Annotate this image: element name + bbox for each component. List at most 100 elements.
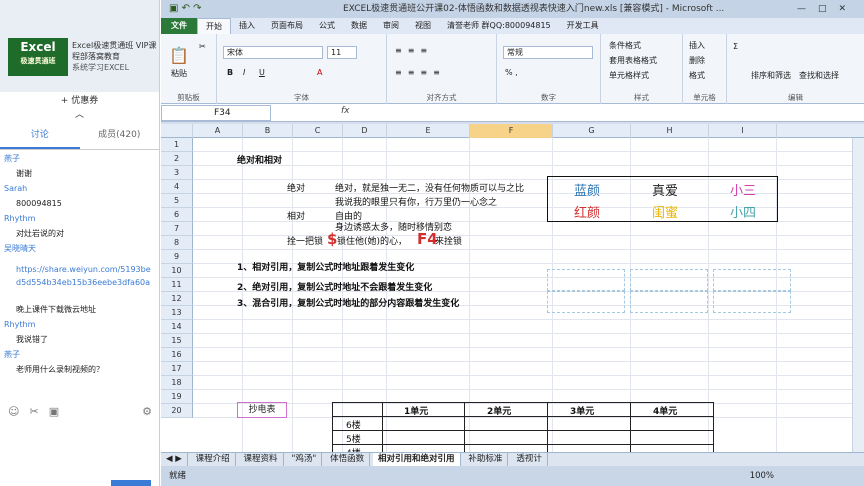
format-button[interactable]: 格式: [689, 70, 705, 81]
align-h-icons[interactable]: ≡≡≡≡: [395, 68, 446, 77]
sheet-tab-active[interactable]: 相对引用和绝对引用: [373, 453, 461, 466]
conditional-format-button[interactable]: 条件格式: [609, 40, 641, 51]
row-header[interactable]: 2: [161, 152, 193, 166]
tab-review[interactable]: 审阅: [375, 18, 407, 34]
chat-user[interactable]: Sarah: [4, 182, 155, 195]
row-header[interactable]: 15: [161, 334, 193, 348]
chat-user[interactable]: Rhythm: [4, 318, 155, 331]
column-header[interactable]: D: [343, 124, 387, 138]
tab-developer[interactable]: 开发工具: [559, 18, 607, 34]
tab-data[interactable]: 数据: [343, 18, 375, 34]
column-header[interactable]: E: [387, 124, 470, 138]
name-box[interactable]: F34: [161, 105, 271, 121]
underline-icon[interactable]: U: [259, 68, 265, 77]
file-menu[interactable]: 文件: [161, 18, 197, 34]
gear-icon[interactable]: ⚙: [142, 405, 152, 418]
window-controls[interactable]: —□✕: [797, 0, 858, 18]
delete-button[interactable]: 删除: [689, 55, 705, 66]
cell-text: 绝对: [287, 184, 306, 194]
tab-home[interactable]: 开始: [197, 17, 231, 35]
row-header[interactable]: 5: [161, 194, 193, 208]
italic-icon[interactable]: I: [243, 68, 245, 77]
row-header[interactable]: 12: [161, 292, 193, 306]
row-header[interactable]: 17: [161, 362, 193, 376]
row-header[interactable]: 1: [161, 138, 193, 152]
send-button[interactable]: [111, 480, 151, 486]
font-select[interactable]: 宋体: [223, 46, 323, 59]
tab-discussion[interactable]: 讨论: [0, 120, 80, 149]
row-header[interactable]: 16: [161, 348, 193, 362]
row-header[interactable]: 6: [161, 208, 193, 222]
worksheet-grid[interactable]: A B C D E F G H I 1 2 3 4 5 6 7 8 9 10 11 12 13 14 15 16 17 18 19 20…: [161, 124, 864, 462]
row-header[interactable]: 7: [161, 222, 193, 236]
tab-members[interactable]: 成员(420): [80, 120, 160, 149]
row-header[interactable]: 19: [161, 390, 193, 404]
column-header[interactable]: I: [709, 124, 777, 138]
tab-insert[interactable]: 插入: [231, 18, 263, 34]
row-header[interactable]: 14: [161, 320, 193, 334]
vertical-scrollbar[interactable]: [852, 138, 864, 452]
percent-icon[interactable]: % ,: [505, 68, 518, 77]
sheet-tab[interactable]: 透视计: [511, 453, 548, 466]
image-icon[interactable]: ▣: [49, 405, 59, 418]
emoji-icon[interactable]: ☺: [8, 405, 19, 418]
tab-formulas[interactable]: 公式: [311, 18, 343, 34]
sheet-nav-icon[interactable]: ◀ ▶: [161, 453, 188, 466]
cell-text: 1、相对引用，复制公式时地址跟着发生变化: [237, 263, 415, 273]
row-header[interactable]: 4: [161, 180, 193, 194]
coupon-button[interactable]: + 优惠券 ︿: [0, 92, 159, 120]
sort-filter-button[interactable]: 排序和筛选: [751, 70, 791, 81]
sheet-tab[interactable]: 补助标准: [463, 453, 509, 466]
paste-button[interactable]: 粘贴: [171, 68, 187, 79]
cut-icon[interactable]: ✂: [199, 42, 206, 51]
cell-text: 绝对，就是独一无二，没有任何物质可以与之比: [335, 184, 525, 194]
scissors-icon[interactable]: ✂: [29, 405, 38, 418]
row-header[interactable]: 11: [161, 278, 193, 292]
tab-teacher[interactable]: 清誉老师 群QQ:800094815: [439, 18, 559, 34]
chat-user[interactable]: 燕子: [4, 348, 155, 361]
chat-link[interactable]: https://share.weiyun.com/5193bed5d554b34…: [4, 263, 155, 301]
chat-panel: Excel 极速贯通班 Excel极速贯通班 VIP课程部落窝教育 系统学习EXC…: [0, 0, 160, 486]
column-header[interactable]: A: [193, 124, 243, 138]
row-header[interactable]: 10: [161, 264, 193, 278]
chat-user[interactable]: 吴晓晴天: [4, 242, 155, 255]
row-header[interactable]: 3: [161, 166, 193, 180]
cell-text: 拴一把锁: [287, 237, 324, 247]
font-color-icon[interactable]: A: [317, 68, 322, 77]
table-format-button[interactable]: 套用表格格式: [609, 55, 657, 66]
tab-layout[interactable]: 页面布局: [263, 18, 311, 34]
chat-user[interactable]: Rhythm: [4, 212, 155, 225]
row-header[interactable]: 18: [161, 376, 193, 390]
row-header[interactable]: 20: [161, 404, 193, 418]
paste-icon[interactable]: 📋: [169, 46, 189, 65]
row-header[interactable]: 9: [161, 250, 193, 264]
find-select-button[interactable]: 查找和选择: [799, 70, 839, 81]
column-header[interactable]: F: [470, 124, 553, 138]
column-header[interactable]: H: [631, 124, 709, 138]
meter-reading-label: 抄电表: [237, 402, 287, 418]
insert-button[interactable]: 插入: [689, 40, 705, 51]
column-header[interactable]: B: [243, 124, 293, 138]
font-size-select[interactable]: 11: [327, 46, 357, 59]
number-format-select[interactable]: 常规: [503, 46, 593, 59]
cell-style-button[interactable]: 单元格样式: [609, 70, 649, 81]
quick-access-icon[interactable]: ▣ ↶ ↷: [169, 0, 202, 18]
row-header[interactable]: 13: [161, 306, 193, 320]
bold-icon[interactable]: B: [227, 68, 233, 77]
chat-user[interactable]: 燕子: [4, 152, 155, 165]
column-header[interactable]: G: [553, 124, 631, 138]
sheet-tab[interactable]: "鸡汤": [286, 453, 323, 466]
sheet-tab[interactable]: 课程资料: [239, 453, 284, 466]
select-all-corner[interactable]: [161, 124, 193, 138]
row-header[interactable]: 8: [161, 236, 193, 250]
tab-view[interactable]: 视图: [407, 18, 439, 34]
sum-icon[interactable]: Σ: [733, 42, 738, 51]
number-group: 常规 % , 数字: [497, 34, 601, 104]
fx-icon[interactable]: fx: [341, 106, 350, 116]
chevron-up-icon[interactable]: ︿: [75, 110, 84, 120]
column-header[interactable]: C: [293, 124, 343, 138]
align-icons[interactable]: ≡≡≡: [395, 46, 433, 55]
sheet-tab[interactable]: 课程介绍: [191, 453, 236, 466]
sheet-tab[interactable]: 体悟函数: [325, 453, 371, 466]
zoom-level[interactable]: 100%: [750, 466, 774, 486]
